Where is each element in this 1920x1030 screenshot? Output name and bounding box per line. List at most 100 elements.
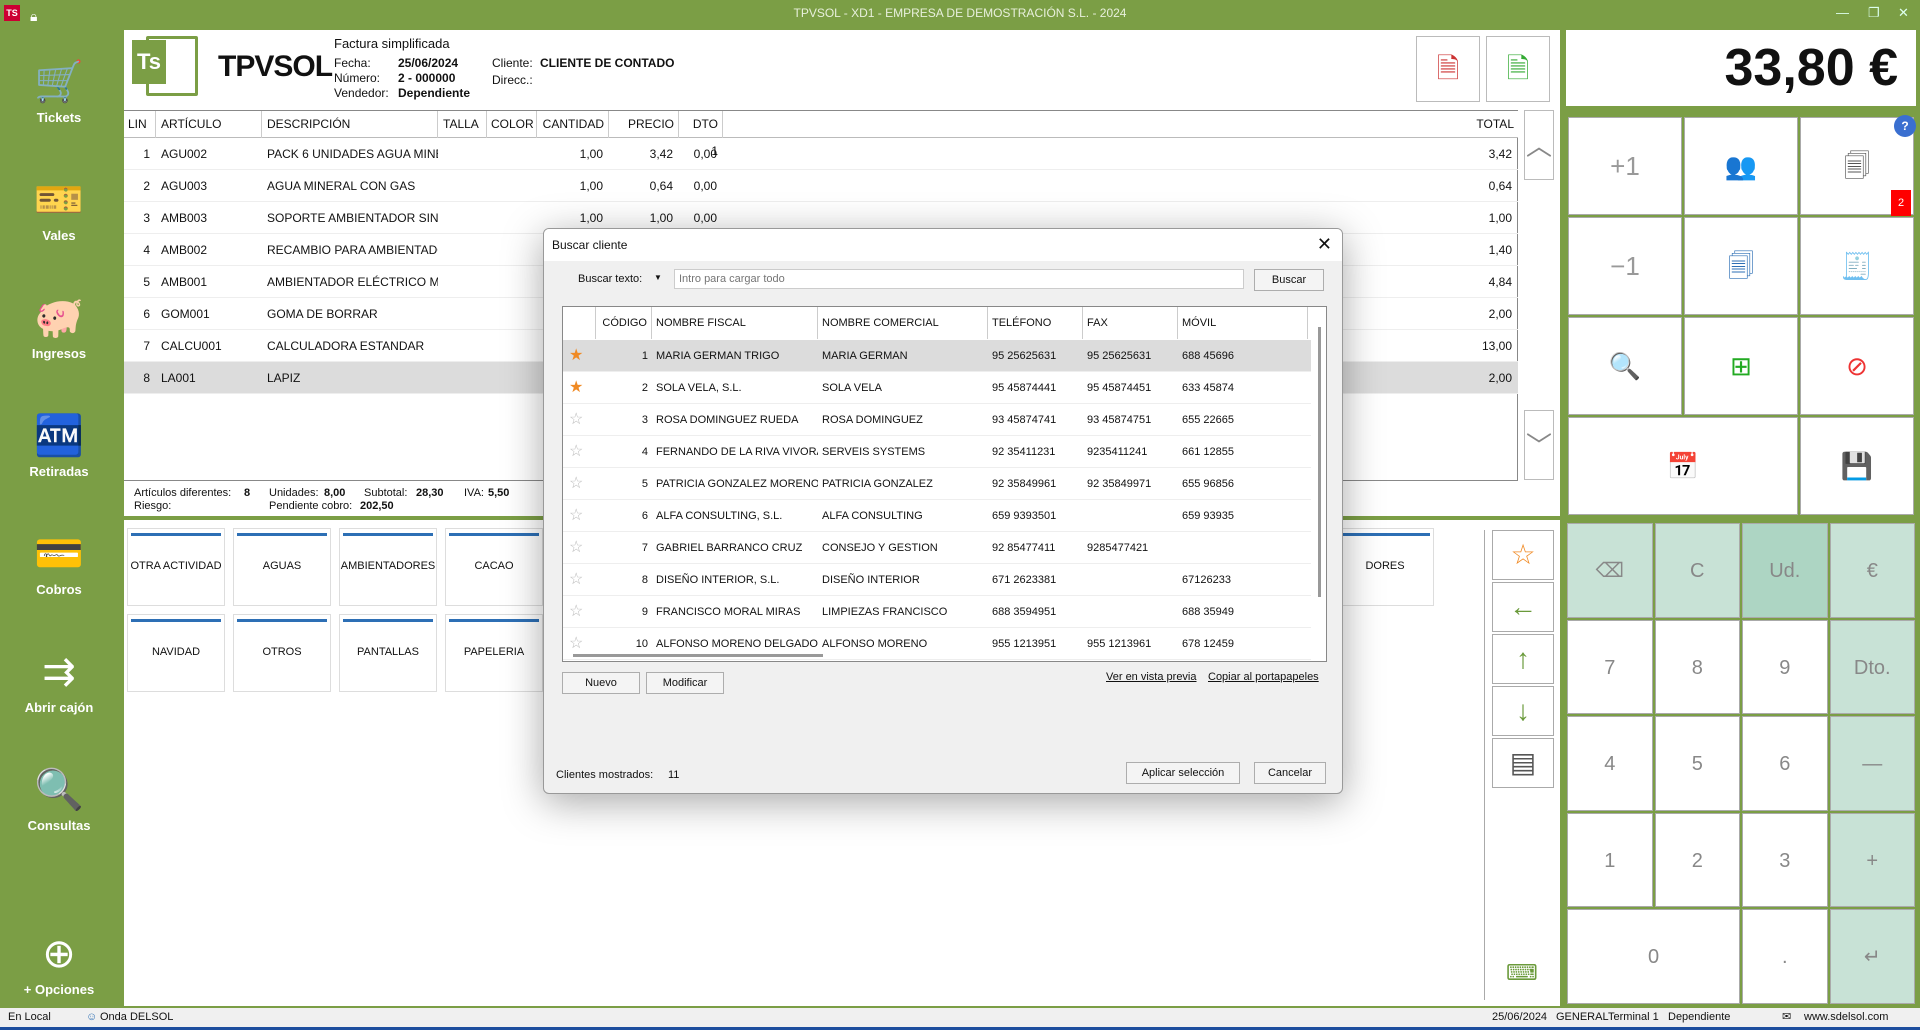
column-header[interactable]: ARTÍCULO bbox=[157, 111, 262, 138]
vertical-scrollbar[interactable] bbox=[1318, 327, 1321, 597]
keyboard-form-button[interactable]: ▤ bbox=[1492, 738, 1554, 788]
sidebar-item-retiradas[interactable]: 🏧 Retiradas bbox=[0, 408, 118, 508]
keypad-key-8[interactable]: 4 bbox=[1567, 716, 1653, 811]
client-row[interactable]: ☆ 6 ALFA CONSULTING, S.L. ALFA CONSULTING 65… bbox=[563, 500, 1311, 532]
keypad-key-1[interactable]: C bbox=[1654, 523, 1740, 618]
client-row[interactable]: ☆ 9 FRANCISCO MORAL MIRAS LIMPIEZAS FRANCIS… bbox=[563, 596, 1311, 628]
horizontal-scrollbar[interactable] bbox=[573, 654, 823, 657]
category-button[interactable]: PANTALLAS bbox=[339, 614, 437, 692]
client-row[interactable]: ☆ 5 PATRICIA GONZALEZ MORENO PATRICIA GONZA… bbox=[563, 468, 1311, 500]
keypad-key-15[interactable]: + bbox=[1829, 812, 1915, 907]
grid-column-header[interactable]: NOMBRE FISCAL bbox=[652, 307, 818, 339]
schedule-button[interactable]: 📅 bbox=[1568, 417, 1798, 515]
sidebar-item-consultas[interactable]: 🔍 Consultas bbox=[0, 762, 118, 862]
arrow-down-button[interactable]: ↓ bbox=[1492, 686, 1554, 736]
keypad-key-14[interactable]: 3 bbox=[1742, 812, 1828, 907]
sidebar-item-cobros[interactable]: 💳 Cobros bbox=[0, 526, 118, 626]
table-row[interactable]: 2 AGU003 AGUA MINERAL CON GAS 1,00 0,64 0,00 0… bbox=[124, 170, 1518, 202]
search-document-button[interactable]: 🔍 bbox=[1568, 317, 1682, 415]
star-outline-icon[interactable]: ☆ bbox=[569, 564, 583, 596]
keypad-key-10[interactable]: 6 bbox=[1742, 716, 1828, 811]
website-link[interactable]: www.sdelsol.com bbox=[1804, 1008, 1888, 1027]
keypad-key-6[interactable]: 9 bbox=[1742, 619, 1828, 714]
star-outline-icon[interactable]: ☆ bbox=[569, 468, 583, 500]
column-header[interactable]: TOTAL bbox=[723, 111, 1518, 138]
client-row[interactable]: ☆ 7 GABRIEL BARRANCO CRUZ CONSEJO Y GESTION… bbox=[563, 532, 1311, 564]
column-header[interactable]: DTO 1 bbox=[679, 111, 723, 158]
keypad-key-18[interactable]: ↵ bbox=[1829, 909, 1915, 1004]
client-row[interactable]: ☆ 4 FERNANDO DE LA RIVA VIVORAS SERVEIS SYS… bbox=[563, 436, 1311, 468]
client-row[interactable]: ★ 1 MARIA GERMAN TRIGO MARIA GERMAN 95 25625… bbox=[563, 340, 1311, 372]
ticket-customer-button[interactable]: 🧾 bbox=[1800, 217, 1914, 315]
help-icon[interactable]: ? bbox=[1894, 115, 1916, 137]
sidebar-item-tickets[interactable]: 🛒 Tickets bbox=[0, 54, 118, 154]
scroll-up-button[interactable]: ︿ bbox=[1524, 110, 1554, 180]
minimize-button[interactable]: — bbox=[1836, 0, 1849, 26]
arrow-up-button[interactable]: ↑ bbox=[1492, 634, 1554, 684]
grid-column-header[interactable]: MÓVIL bbox=[1178, 307, 1308, 339]
category-button[interactable]: PAPELERIA bbox=[445, 614, 543, 692]
keypad-key-7[interactable]: Dto. bbox=[1829, 619, 1915, 714]
maximize-button[interactable]: ❐ bbox=[1868, 0, 1880, 26]
star-outline-icon[interactable]: ☆ bbox=[569, 532, 583, 564]
onda-delsol-link[interactable]: Onda DELSOL bbox=[100, 1008, 173, 1027]
category-button[interactable]: DORES bbox=[1336, 528, 1434, 606]
favorites-star-button[interactable]: ☆ bbox=[1492, 530, 1554, 580]
client-row[interactable]: ★ 2 SOLA VELA, S.L. SOLA VELA 95 45874441 95 … bbox=[563, 372, 1311, 404]
customers-button[interactable]: 👥 bbox=[1684, 117, 1798, 215]
category-button[interactable]: CACAO bbox=[445, 528, 543, 606]
minus-one-button[interactable]: −1 bbox=[1568, 217, 1682, 315]
category-button[interactable]: AMBIENTADORES bbox=[339, 528, 437, 606]
delete-ticket-button[interactable]: 🗎 bbox=[1416, 36, 1480, 102]
column-header[interactable]: PRECIO bbox=[609, 111, 679, 138]
keypad-key-17[interactable]: . bbox=[1742, 909, 1828, 1004]
sidebar-item-abrir-cajón[interactable]: ⇉ Abrir cajón bbox=[0, 644, 118, 744]
new-ticket-button[interactable]: 🗎 bbox=[1486, 36, 1550, 102]
grid-column-header[interactable]: NOMBRE COMERCIAL bbox=[818, 307, 988, 339]
keypad-key-4[interactable]: 7 bbox=[1567, 619, 1653, 714]
cancelar-button[interactable]: Cancelar bbox=[1254, 762, 1326, 784]
category-button[interactable]: OTROS bbox=[233, 614, 331, 692]
search-field-dropdown-icon[interactable]: ▼ bbox=[654, 273, 662, 282]
plus-one-button[interactable]: +1 bbox=[1568, 117, 1682, 215]
category-button[interactable]: AGUAS bbox=[233, 528, 331, 606]
keypad-key-11[interactable]: — bbox=[1829, 716, 1915, 811]
client-row[interactable]: ☆ 3 ROSA DOMINGUEZ RUEDA ROSA DOMINGUEZ 93 4… bbox=[563, 404, 1311, 436]
star-outline-icon[interactable]: ☆ bbox=[569, 436, 583, 468]
star-outline-icon[interactable]: ☆ bbox=[569, 596, 583, 628]
search-input[interactable] bbox=[674, 269, 1244, 289]
star-outline-icon[interactable]: ☆ bbox=[569, 500, 583, 532]
arrow-left-button[interactable]: ← bbox=[1492, 582, 1554, 632]
sidebar-item-vales[interactable]: 🎫 Vales bbox=[0, 172, 118, 272]
keypad-key-16[interactable]: 0 bbox=[1567, 909, 1740, 1004]
sidebar-item-ingresos[interactable]: 🐖 Ingresos bbox=[0, 290, 118, 390]
favorite-star-icon[interactable]: ★ bbox=[569, 372, 583, 404]
add-table-button[interactable]: ⊞ bbox=[1684, 317, 1798, 415]
column-header[interactable]: CANTIDAD bbox=[537, 111, 609, 138]
keypad-key-0[interactable]: ⌫ bbox=[1567, 523, 1653, 618]
cancel-ticket-button[interactable]: ⊘ bbox=[1800, 317, 1914, 415]
buscar-button[interactable]: Buscar bbox=[1254, 269, 1324, 291]
favorite-star-icon[interactable]: ★ bbox=[569, 340, 583, 372]
nuevo-button[interactable]: Nuevo bbox=[562, 672, 640, 694]
keypad-key-13[interactable]: 2 bbox=[1654, 812, 1740, 907]
category-button[interactable]: OTRA ACTIVIDAD bbox=[127, 528, 225, 606]
column-header[interactable]: COLOR bbox=[487, 111, 537, 138]
modificar-button[interactable]: Modificar bbox=[646, 672, 724, 694]
keyboard-icon[interactable]: ⌨ bbox=[1506, 960, 1538, 986]
keypad-key-9[interactable]: 5 bbox=[1654, 716, 1740, 811]
column-header[interactable]: LIN bbox=[124, 111, 156, 138]
close-window-button[interactable]: ✕ bbox=[1898, 0, 1909, 26]
scroll-down-button[interactable]: ﹀ bbox=[1524, 410, 1554, 480]
save-ticket-button[interactable]: 💾 bbox=[1800, 417, 1914, 515]
aplicar-seleccion-button[interactable]: Aplicar selección bbox=[1126, 762, 1240, 784]
grid-column-header[interactable]: TELÉFONO bbox=[988, 307, 1083, 339]
copiar-portapapeles-link[interactable]: Copiar al portapapeles bbox=[1208, 671, 1319, 683]
documents-button[interactable]: 🗐 bbox=[1684, 217, 1798, 315]
column-header[interactable]: DESCRIPCIÓN bbox=[263, 111, 438, 138]
keypad-key-12[interactable]: 1 bbox=[1567, 812, 1653, 907]
keypad-key-3[interactable]: € bbox=[1829, 523, 1915, 618]
category-button[interactable]: NAVIDAD bbox=[127, 614, 225, 692]
grid-column-header[interactable]: CÓDIGO bbox=[596, 307, 652, 339]
keypad-key-2[interactable]: Ud. bbox=[1742, 523, 1828, 618]
